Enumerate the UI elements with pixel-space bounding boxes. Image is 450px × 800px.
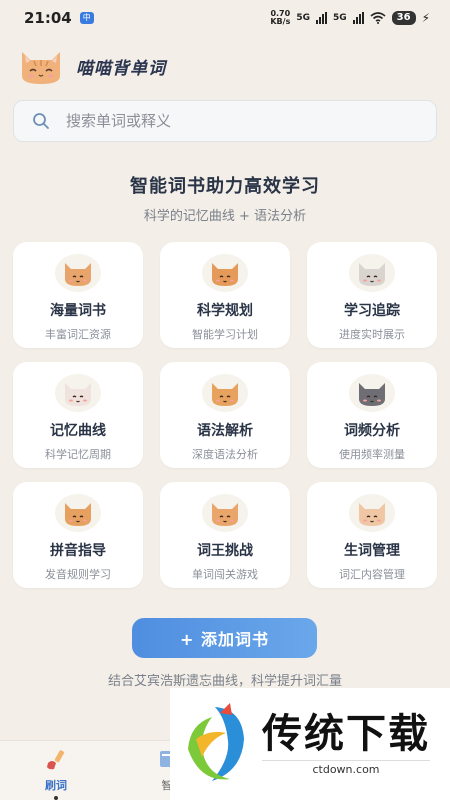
status-indicators: 0.70 KB/s 5G 5G 36 ⚡ [270, 10, 430, 26]
feature-subtitle: 发音规则学习 [45, 568, 111, 581]
feature-title: 海量词书 [50, 303, 106, 319]
feature-title: 学习追踪 [344, 303, 400, 319]
feature-title: 拼音指导 [50, 543, 106, 559]
watermark-logo-icon [188, 703, 244, 781]
feature-subtitle: 词汇内容管理 [339, 568, 405, 581]
feature-subtitle: 使用频率测量 [339, 448, 405, 461]
cat-icon [202, 254, 248, 292]
search-icon [33, 113, 49, 129]
sim2-label: 5G [332, 13, 347, 23]
cat-icon [202, 374, 248, 412]
footer-tagline: 结合艾宾浩斯遗忘曲线，科学提升词汇量 [107, 674, 342, 689]
hero-subline: 科学的记忆曲线 + 语法分析 [143, 209, 307, 224]
cat-logo-icon [22, 52, 60, 84]
network-speed-unit: KB/s [270, 17, 291, 26]
app-header: 喵喵背单词 [16, 44, 166, 88]
watermark-overlay: 传统下载 ctdown.com [170, 688, 450, 800]
feature-card[interactable]: 语法解析深度语法分析 [160, 362, 290, 468]
cat-icon [55, 374, 101, 412]
status-bar: 21:04 中 0.70 KB/s 5G 5G 36 ⚡ [0, 0, 450, 36]
search-bar[interactable] [13, 100, 437, 142]
cat-icon [349, 374, 395, 412]
feature-card[interactable]: 学习追踪进度实时展示 [307, 242, 437, 348]
feature-card[interactable]: 海量词书丰富词汇资源 [13, 242, 143, 348]
feature-card[interactable]: 记忆曲线科学记忆周期 [13, 362, 143, 468]
watermark-title: 传统下载 [262, 711, 430, 757]
add-wordbook-button[interactable]: + 添加词书 [132, 618, 317, 658]
watermark-url: ctdown.com [262, 760, 430, 776]
charging-icon: ⚡ [421, 11, 430, 25]
feature-card[interactable]: 词频分析使用频率测量 [307, 362, 437, 468]
feature-card[interactable]: 词王挑战单词闯关游戏 [160, 482, 290, 588]
feature-subtitle: 单词闯关游戏 [192, 568, 258, 581]
feature-subtitle: 丰富词汇资源 [45, 328, 111, 341]
cat-icon [202, 494, 248, 532]
app-title: 喵喵背单词 [76, 58, 166, 79]
wifi-icon [370, 12, 386, 24]
status-time: 21:04 [24, 9, 72, 27]
feature-title: 生词管理 [344, 543, 400, 559]
feature-title: 语法解析 [197, 423, 253, 439]
feature-title: 科学规划 [197, 303, 253, 319]
sim1-label: 5G [296, 13, 310, 23]
feature-title: 词王挑战 [197, 543, 253, 559]
feature-subtitle: 智能学习计划 [192, 328, 258, 341]
feature-subtitle: 进度实时展示 [339, 328, 405, 341]
cat-icon [55, 254, 101, 292]
signal-icon [352, 12, 364, 24]
active-indicator [54, 796, 58, 800]
nav-item-brush[interactable]: 刷词 [31, 749, 81, 800]
cat-icon [349, 254, 395, 292]
nav-label: 刷词 [45, 779, 67, 792]
battery-icon: 36 [391, 11, 416, 25]
feature-grid: 海量词书丰富词汇资源 科学规划智能学习计划 学习追踪进度实时展示 记忆曲线科学记… [13, 242, 437, 588]
signal-icon [315, 12, 327, 24]
feature-subtitle: 科学记忆周期 [45, 448, 111, 461]
notification-app-icon: 中 [79, 12, 94, 24]
cat-icon [349, 494, 395, 532]
feature-card[interactable]: 生词管理词汇内容管理 [307, 482, 437, 588]
feature-subtitle: 深度语法分析 [192, 448, 258, 461]
feature-title: 词频分析 [344, 423, 400, 439]
search-input[interactable] [66, 112, 396, 130]
brush-icon [47, 750, 65, 770]
watermark-text: 传统下载 ctdown.com [262, 712, 430, 776]
feature-card[interactable]: 拼音指导发音规则学习 [13, 482, 143, 588]
feature-card[interactable]: 科学规划智能学习计划 [160, 242, 290, 348]
feature-title: 记忆曲线 [50, 423, 106, 439]
cat-icon [55, 494, 101, 532]
hero-headline: 智能词书助力高效学习 [130, 176, 320, 197]
network-speed: 0.70 KB/s [270, 10, 290, 26]
